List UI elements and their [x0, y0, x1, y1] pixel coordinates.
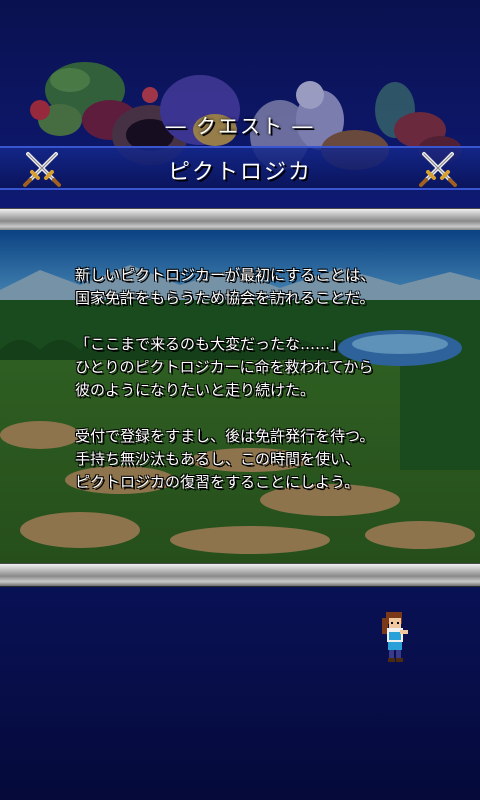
story-line: ピクトロジカの復習をすることにしよう。 [75, 473, 360, 491]
quest-section-label: ― クエスト ― [165, 114, 315, 138]
hero-character-sprite[interactable] [378, 610, 412, 664]
quest-title: ピクトロジカ [167, 160, 312, 185]
story-line: 受付で登録をすまし、後は免許発行を待つ。 [75, 427, 375, 445]
metal-frame-top [0, 208, 480, 232]
title-bar: ピクトロジカ [0, 146, 480, 190]
story-line: 国家免許をもらうため協会を訪れることだ。 [75, 289, 375, 307]
story-line: ひとりのピクトロジカーに命を救われてから [75, 358, 374, 376]
story-line: 新しいピクトロジカーが最初にすることは、 [75, 266, 376, 284]
metal-frame-bottom [0, 563, 480, 587]
quest-story-text: 新しいピクトロジカーが最初にすることは、 国家免許をもらうため協会を訪れることだ… [75, 264, 445, 494]
story-line: 「ここまで来るのも大変だったな……」 [75, 335, 346, 353]
story-line: 手持ち無沙汰もあるし、この時間を使い、 [75, 450, 361, 468]
crossed-swords-icon [419, 152, 457, 187]
story-line: 彼のようになりたいと走り続けた。 [75, 381, 316, 399]
